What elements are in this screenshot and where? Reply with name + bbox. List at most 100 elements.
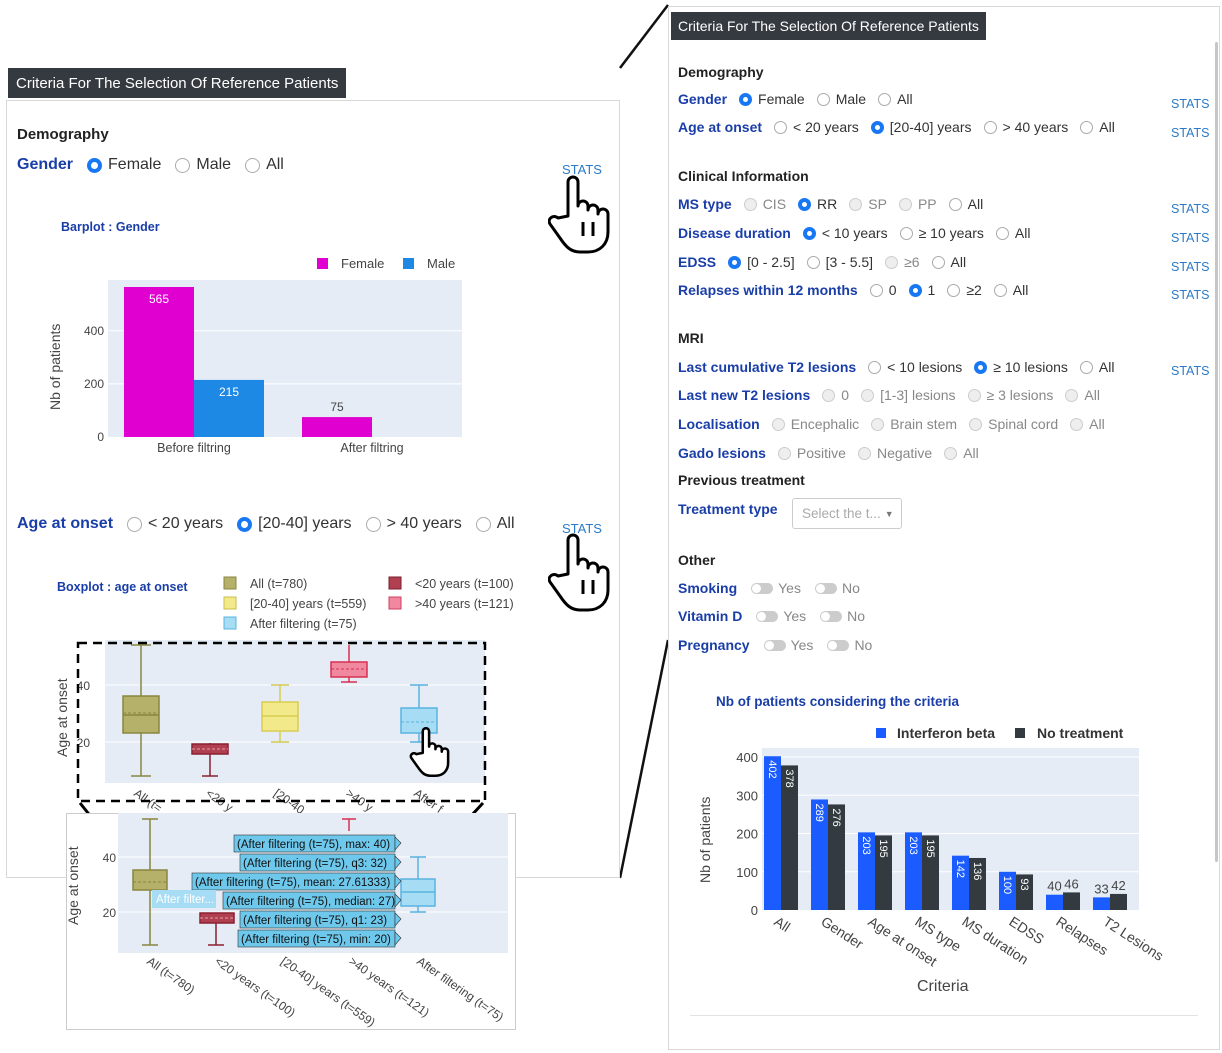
last-t2-ge10-radio[interactable]	[974, 360, 988, 374]
relapses-ge2-radio[interactable]	[947, 283, 961, 297]
ms-type-sp-radio[interactable]	[849, 197, 863, 211]
legend-interferon-label: Interferon beta	[897, 725, 995, 741]
gado-all-label: All	[963, 445, 979, 461]
new-t2-all-label: All	[1084, 387, 1100, 403]
edss-0-2-label: [0 - 2.5]	[747, 254, 795, 270]
ms-type-rr-radio[interactable]	[798, 197, 812, 211]
relapses-all-radio[interactable]	[993, 283, 1007, 297]
loc-encephalic-label: Encephalic	[790, 416, 860, 432]
gender-male-label: Male	[835, 91, 867, 107]
last-t2-lt10-label: < 10 lesions	[887, 359, 963, 375]
right-panel-scrollbar[interactable]	[1215, 42, 1218, 862]
legend-no-treatment-swatch	[1015, 728, 1025, 738]
new-t2-0-radio[interactable]	[822, 388, 836, 402]
mri-heading: MRI	[678, 330, 704, 346]
ms-type-cis-radio[interactable]	[743, 197, 757, 211]
criteria-data-label: 203	[860, 836, 872, 854]
last-t2-ge10-label: ≥ 10 lesions	[993, 359, 1068, 375]
ms-type-stats-link[interactable]: STATS	[1171, 202, 1209, 216]
pregnancy-no-toggle[interactable]	[827, 639, 850, 651]
gender-female-radio[interactable]	[739, 92, 753, 106]
criteria-bar	[764, 756, 781, 910]
gado-negative-radio[interactable]	[857, 446, 871, 460]
duration-lt10-radio[interactable]	[802, 226, 816, 240]
edss-ge6-radio[interactable]	[885, 255, 899, 269]
criteria-data-label: 289	[813, 803, 825, 821]
loc-spinal-label: Spinal cord	[988, 416, 1059, 432]
criteria-data-label: 195	[877, 839, 889, 857]
edss-3-5-radio[interactable]	[806, 255, 820, 269]
age-lt20-label: < 20 years	[793, 119, 859, 135]
criteria-x-tick: Relapses	[1053, 913, 1111, 958]
vitamin-d-yes-toggle[interactable]	[756, 610, 779, 622]
duration-ge10-radio[interactable]	[899, 226, 913, 240]
age-lt20-radio[interactable]	[774, 120, 788, 134]
loc-encephalic-radio[interactable]	[771, 417, 785, 431]
gender-row: Gender Female Male All	[678, 91, 913, 107]
relapses-1-radio[interactable]	[908, 283, 922, 297]
ms-type-label: MS type	[678, 196, 732, 212]
duration-ge10-label: ≥ 10 years	[918, 225, 984, 241]
new-t2-all-radio[interactable]	[1065, 388, 1079, 402]
gender-all-label: All	[897, 91, 913, 107]
age-20-40-radio[interactable]	[870, 120, 884, 134]
relapses-ge2-label: ≥2	[966, 282, 982, 298]
vitamin-d-no-toggle[interactable]	[820, 610, 843, 622]
criteria-data-label: 136	[971, 862, 983, 880]
relapses-0-radio[interactable]	[869, 283, 883, 297]
loc-brainstem-radio[interactable]	[871, 417, 885, 431]
criteria-bar	[1063, 892, 1080, 910]
edss-stats-link[interactable]: STATS	[1171, 260, 1209, 274]
gender-all-radio[interactable]	[878, 92, 892, 106]
relapses-0-label: 0	[888, 282, 897, 298]
treatment-type-select[interactable]: Select the t... ▼	[792, 498, 902, 529]
duration-stats-link[interactable]: STATS	[1171, 231, 1209, 245]
smoking-yes-toggle[interactable]	[751, 582, 774, 594]
last-t2-all-radio[interactable]	[1079, 360, 1093, 374]
loc-spinal-radio[interactable]	[969, 417, 983, 431]
smoking-no-label: No	[841, 580, 860, 596]
new-t2-1-3-label: [1-3] lesions	[880, 387, 956, 403]
demography-heading: Demography	[678, 64, 764, 80]
zoom-y-tick-40: 40	[103, 851, 117, 865]
last-new-t2-label: Last new T2 lesions	[678, 387, 811, 403]
new-t2-ge3-label: ≥ 3 lesions	[986, 387, 1054, 403]
relapses-stats-link[interactable]: STATS	[1171, 288, 1209, 302]
pregnancy-yes-toggle[interactable]	[763, 639, 786, 651]
zoomed-boxplot: 40 20 Age at onset (After filtering (t=7…	[66, 813, 508, 1030]
edss-label: EDSS	[678, 254, 717, 270]
gender-stats-link[interactable]: STATS	[1171, 97, 1209, 111]
smoking-no-toggle[interactable]	[814, 582, 837, 594]
edss-row: EDSS [0 - 2.5] [3 - 5.5] ≥6 All	[678, 254, 966, 270]
edss-all-radio[interactable]	[931, 255, 945, 269]
gado-negative-label: Negative	[876, 445, 933, 461]
criteria-bar	[1110, 893, 1127, 910]
age-gt40-radio[interactable]	[983, 120, 997, 134]
criteria-y-tick: 400	[736, 750, 758, 765]
criteria-barchart: Nb of patients considering the criteria …	[697, 694, 1167, 995]
previous-treatment-heading: Previous treatment	[678, 472, 805, 488]
t2-stats-link[interactable]: STATS	[1171, 364, 1209, 378]
edss-0-2-radio[interactable]	[728, 255, 742, 269]
criteria-data-label: 33	[1094, 881, 1108, 896]
criteria-x-tick: T2 Lesions	[1100, 913, 1166, 964]
zoom-tooltip-label: (After filtering (t=75), q3: 32)	[243, 858, 387, 870]
new-t2-ge3-radio[interactable]	[967, 388, 981, 402]
new-t2-0-label: 0	[841, 387, 850, 403]
gado-positive-radio[interactable]	[777, 446, 791, 460]
gado-all-radio[interactable]	[944, 446, 958, 460]
age-stats-link[interactable]: STATS	[1171, 126, 1209, 140]
edss-all-label: All	[950, 254, 967, 270]
gender-male-radio[interactable]	[816, 92, 830, 106]
new-t2-1-3-radio[interactable]	[861, 388, 875, 402]
caret-down-icon: ▼	[884, 508, 894, 519]
age-all-radio[interactable]	[1080, 120, 1094, 134]
criteria-legend: Interferon beta No treatment	[876, 725, 1124, 741]
criteria-data-label: 203	[907, 836, 919, 854]
ms-type-all-radio[interactable]	[948, 197, 962, 211]
ms-type-pp-radio[interactable]	[898, 197, 912, 211]
last-t2-all-label: All	[1098, 359, 1115, 375]
loc-all-radio[interactable]	[1070, 417, 1084, 431]
duration-all-radio[interactable]	[995, 226, 1009, 240]
last-t2-lt10-radio[interactable]	[868, 360, 882, 374]
